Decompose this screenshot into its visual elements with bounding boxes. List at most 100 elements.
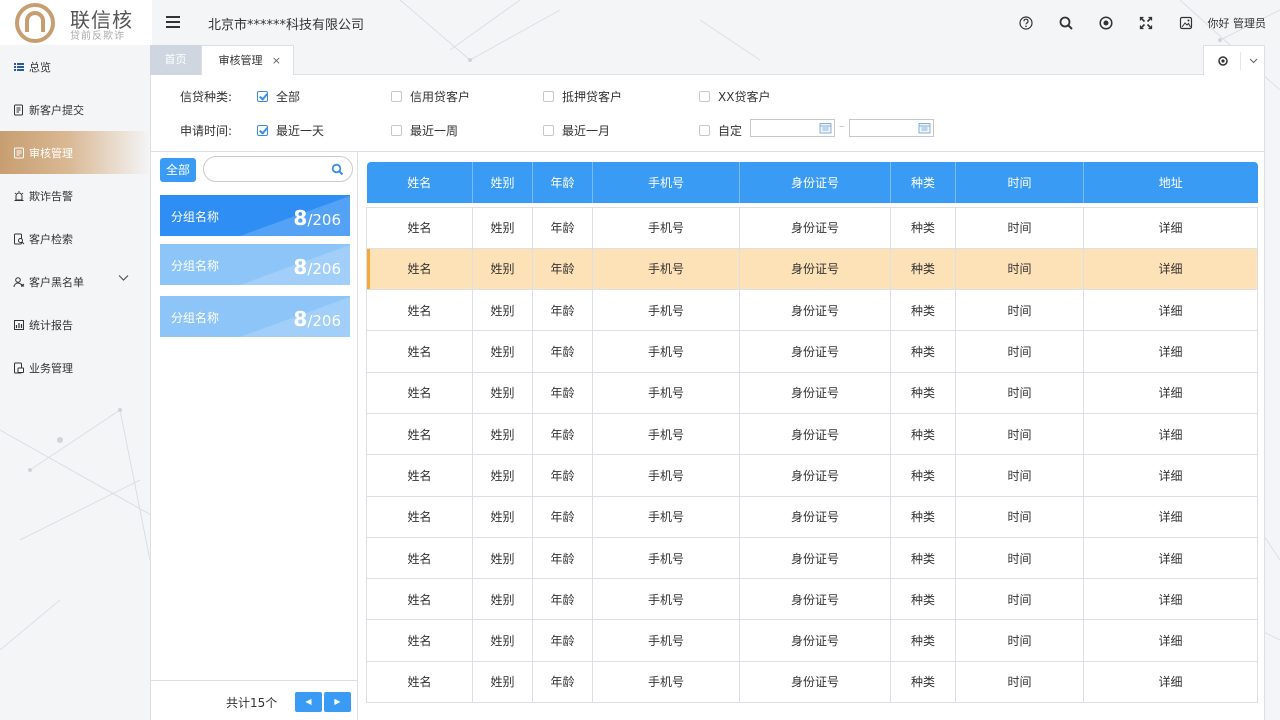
- column-header-time[interactable]: 时间: [955, 162, 1084, 203]
- table-row[interactable]: 姓名 姓别 年龄 手机号 身份证号 种类 时间 详细: [366, 578, 1258, 621]
- cell-address[interactable]: 详细: [1083, 536, 1258, 580]
- cell-address[interactable]: 详细: [1083, 371, 1258, 414]
- tab-tools-button[interactable]: [1203, 45, 1265, 75]
- table-row[interactable]: 姓名 姓别 年龄 手机号 身份证号 种类 时间 详细: [366, 619, 1258, 662]
- sidebar-item-customer-search[interactable]: 客户检索: [0, 217, 150, 260]
- table-row[interactable]: 姓名 姓别 年龄 手机号 身份证号 种类 时间 详细: [366, 495, 1258, 538]
- help-button[interactable]: [1006, 0, 1046, 45]
- cell-age: 年龄: [532, 660, 593, 704]
- cell-address[interactable]: 详细: [1083, 660, 1258, 704]
- menu-toggle-button[interactable]: [166, 16, 180, 28]
- credit-type-all-checkbox[interactable]: 全部: [257, 88, 300, 105]
- credit-type-mortgage-checkbox[interactable]: 抵押贷客户: [543, 88, 622, 105]
- cell-time: 时间: [955, 454, 1084, 497]
- all-groups-button[interactable]: 全部: [160, 158, 196, 182]
- cell-address[interactable]: 详细: [1083, 412, 1258, 456]
- fullscreen-button[interactable]: [1126, 0, 1166, 45]
- cell-age: 年龄: [532, 330, 593, 373]
- calendar-icon[interactable]: [918, 122, 931, 134]
- next-page-button[interactable]: ▶: [324, 692, 351, 712]
- cell-phone: 手机号: [592, 495, 740, 538]
- table-row[interactable]: 姓名 姓别 年龄 手机号 身份证号 种类 时间 详细: [366, 454, 1258, 497]
- tab-audit[interactable]: 审核管理 ×: [201, 45, 294, 75]
- sidebar-item-new-customer[interactable]: 新客户提交: [0, 88, 150, 131]
- target-icon: [1098, 15, 1113, 30]
- customer-data-table: 姓名 姓别 年龄 手机号 身份证号 种类 时间 地址 姓名 姓别 年龄 手机号 身份证号…: [366, 162, 1258, 704]
- checkbox-icon: [391, 125, 402, 136]
- close-icon[interactable]: ×: [272, 46, 281, 76]
- search-icon[interactable]: [331, 163, 344, 176]
- time-last-day-checkbox[interactable]: 最近一天: [257, 122, 324, 139]
- table-row[interactable]: 姓名 姓别 年龄 手机号 身份证号 种类 时间 详细: [366, 247, 1258, 291]
- group-card[interactable]: 分组名称 8/206: [160, 244, 350, 285]
- cell-phone: 手机号: [592, 536, 740, 580]
- time-last-week-checkbox[interactable]: 最近一周: [391, 122, 458, 139]
- table-row[interactable]: 姓名 姓别 年龄 手机号 身份证号 种类 时间 详细: [366, 206, 1258, 249]
- group-search-input[interactable]: [212, 161, 327, 177]
- cell-time: 时间: [955, 330, 1084, 373]
- cell-address[interactable]: 详细: [1083, 495, 1258, 538]
- cell-address[interactable]: 详细: [1083, 578, 1258, 621]
- table-row[interactable]: 姓名 姓别 年龄 手机号 身份证号 种类 时间 详细: [366, 536, 1258, 580]
- group-name: 分组名称: [171, 210, 220, 224]
- table-row[interactable]: 姓名 姓别 年龄 手机号 身份证号 种类 时间 详细: [366, 412, 1258, 456]
- group-count: 8/206: [293, 206, 341, 230]
- column-header-gender[interactable]: 姓别: [472, 162, 533, 203]
- user-greeting[interactable]: 你好 管理员: [1208, 15, 1267, 31]
- target-button[interactable]: [1086, 0, 1126, 45]
- group-name: 分组名称: [171, 311, 220, 325]
- table-row[interactable]: 姓名 姓别 年龄 手机号 身份证号 种类 时间 详细: [366, 289, 1258, 332]
- arrow-left-icon: ◀: [305, 697, 312, 706]
- cell-address[interactable]: 详细: [1083, 330, 1258, 373]
- credit-type-credit-checkbox[interactable]: 信用贷客户: [391, 88, 470, 105]
- column-header-name[interactable]: 姓名: [366, 162, 473, 203]
- prev-page-button[interactable]: ◀: [295, 692, 322, 712]
- cell-address[interactable]: 详细: [1083, 289, 1258, 332]
- time-custom-checkbox[interactable]: 自定: [699, 122, 742, 139]
- column-header-address[interactable]: 地址: [1083, 162, 1258, 203]
- group-search-box: [203, 156, 353, 182]
- group-card[interactable]: 分组名称 8/206: [160, 195, 350, 236]
- picture-button[interactable]: [1166, 0, 1206, 45]
- cell-address[interactable]: 详细: [1083, 206, 1258, 249]
- cell-phone: 手机号: [592, 660, 740, 704]
- sidebar-item-fraud-alert[interactable]: 欺诈告警: [0, 174, 150, 217]
- column-header-type[interactable]: 种类: [890, 162, 956, 203]
- cell-type: 种类: [890, 330, 956, 373]
- calendar-icon[interactable]: [819, 122, 832, 134]
- time-last-month-checkbox[interactable]: 最近一月: [543, 122, 610, 139]
- group-card[interactable]: 分组名称 8/206: [160, 296, 350, 337]
- cell-address[interactable]: 详细: [1083, 454, 1258, 497]
- table-row[interactable]: 姓名 姓别 年龄 手机号 身份证号 种类 时间 详细: [366, 371, 1258, 414]
- cell-age: 年龄: [532, 495, 593, 538]
- cell-type: 种类: [890, 247, 956, 291]
- sidebar: 总览 新客户提交 审核管理 欺诈告警 客户检索 客户黑名单 统计报告 业务管理: [0, 45, 150, 720]
- cell-address[interactable]: 详细: [1083, 619, 1258, 662]
- cell-address[interactable]: 详细: [1083, 247, 1258, 291]
- table-row[interactable]: 姓名 姓别 年龄 手机号 身份证号 种类 时间 详细: [366, 660, 1258, 704]
- tab-home[interactable]: 首页: [150, 45, 201, 75]
- sidebar-item-overview[interactable]: 总览: [0, 45, 150, 88]
- table-body: 姓名 姓别 年龄 手机号 身份证号 种类 时间 详细 姓名 姓别 年龄 手机号 身份证号 种类 时间 详细 姓名…: [366, 203, 1258, 704]
- sidebar-item-statistics[interactable]: 统计报告: [0, 303, 150, 346]
- credit-type-xx-checkbox[interactable]: XX贷客户: [699, 88, 770, 105]
- sidebar-item-audit[interactable]: 审核管理: [0, 131, 150, 174]
- group-count: 8/206: [293, 255, 341, 279]
- column-header-id-number[interactable]: 身份证号: [739, 162, 891, 203]
- search-button[interactable]: [1046, 0, 1086, 45]
- cell-name: 姓名: [366, 330, 473, 373]
- cell-name: 姓名: [366, 536, 473, 580]
- cell-time: 时间: [955, 619, 1084, 662]
- column-header-age[interactable]: 年龄: [532, 162, 593, 203]
- start-date-input[interactable]: [750, 119, 835, 137]
- end-date-input[interactable]: [849, 119, 934, 137]
- cell-id-number: 身份证号: [739, 536, 891, 580]
- table-row[interactable]: 姓名 姓别 年龄 手机号 身份证号 种类 时间 详细: [366, 330, 1258, 373]
- sidebar-item-blacklist[interactable]: 客户黑名单: [0, 260, 150, 303]
- cell-type: 种类: [890, 454, 956, 497]
- credit-type-label: 信贷种类:: [180, 90, 233, 104]
- audit-icon: [14, 147, 24, 158]
- checkbox-icon: [257, 125, 268, 136]
- column-header-phone[interactable]: 手机号: [592, 162, 740, 203]
- sidebar-item-business[interactable]: 业务管理: [0, 346, 150, 389]
